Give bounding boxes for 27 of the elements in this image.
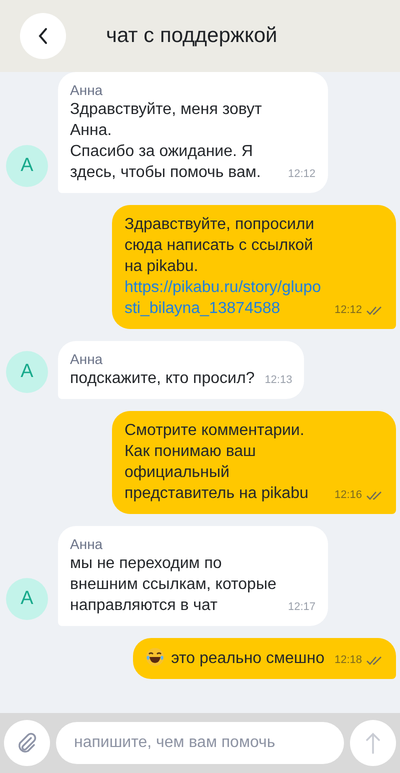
- message-text: подскажите, кто просил?: [70, 369, 255, 389]
- chat-title: чат с поддержкой: [106, 24, 278, 48]
- message-text: Смотрите комментарии. Как понимаю ваш официальный представитель на pikabu: [124, 421, 310, 504]
- message-time: 12:17: [288, 600, 316, 615]
- avatar: А: [6, 351, 48, 393]
- message-link[interactable]: https://pikabu.ru/story/gluposti_bilayna_13874588: [124, 277, 324, 319]
- message-time: 12:13: [264, 373, 292, 388]
- send-button[interactable]: [350, 720, 396, 766]
- avatar: А: [6, 145, 48, 187]
- message-input[interactable]: напишите, чем вам помочь: [56, 722, 344, 764]
- paperclip-icon: [16, 732, 38, 754]
- sender-name: Анна: [70, 535, 104, 553]
- message-time: 12:16: [334, 488, 362, 503]
- message-text: это реально смешно: [145, 647, 324, 669]
- attach-button[interactable]: [4, 720, 50, 766]
- avatar: А: [6, 578, 48, 620]
- back-button[interactable]: [20, 13, 66, 59]
- back-icon: [37, 27, 49, 45]
- message-text: Здравствуйте, попросили сюда написать с ссылкой на pikabu. https://pikabu.ru/story/gluposti_bilayna_13874588: [124, 214, 324, 319]
- sender-name: Анна: [70, 350, 104, 368]
- sender-name: Анна: [70, 81, 104, 99]
- message-time: 12:12: [288, 167, 316, 182]
- arrow-up-icon: [366, 732, 380, 754]
- message-text: мы не переходим по внешним ссылкам, которые направляются в чат: [70, 554, 278, 616]
- message-time: 12:18: [334, 653, 362, 668]
- message-time: 12:12: [334, 303, 362, 318]
- message-text: Здравствуйте, меня зовут Анна. Спасибо за ожидание. Я здесь, чтобы помочь вам.: [70, 100, 263, 183]
